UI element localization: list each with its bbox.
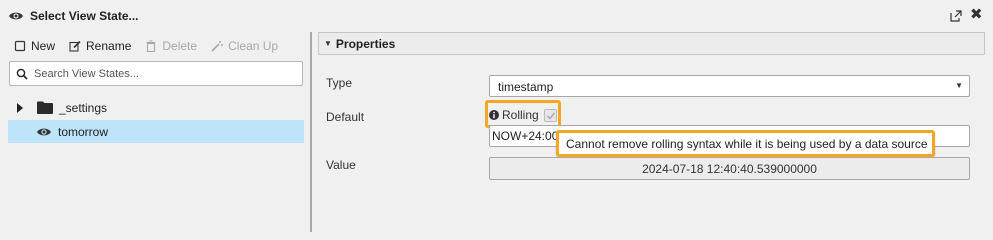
value-text: 2024-07-18 12:40:40.539000000: [642, 161, 817, 176]
magic-wand-icon: [211, 41, 224, 52]
window-title: Select View State...: [30, 9, 139, 23]
rename-button-label: Rename: [86, 39, 132, 53]
rolling-option: Rolling: [489, 107, 557, 123]
delete-button-label: Delete: [162, 39, 198, 53]
chevron-down-icon: ▼: [955, 81, 963, 90]
new-button[interactable]: New: [14, 39, 55, 53]
tree-item-label: _settings: [59, 100, 108, 115]
info-icon: [489, 110, 499, 120]
tree-item-settings[interactable]: _settings: [8, 96, 304, 119]
view-states-panel: New Rename Delete Clean Up Search View S…: [0, 32, 310, 232]
title-bar: Select View State... ✖: [0, 0, 993, 32]
value-field: 2024-07-18 12:40:40.539000000: [489, 157, 970, 180]
folder-icon: [37, 101, 53, 114]
search-box: [9, 61, 303, 86]
default-label: Default: [326, 110, 365, 124]
popout-icon[interactable]: [950, 10, 962, 22]
checkmark-icon: [546, 112, 555, 120]
properties-panel: ▼ Properties Type timestamp ▼ Default Ro…: [312, 32, 993, 232]
trash-icon: [146, 40, 156, 52]
new-square-icon: [14, 40, 26, 52]
tree-item-label: tomorrow: [58, 124, 109, 139]
tooltip: Cannot remove rolling syntax while it is…: [556, 130, 935, 157]
caret-right-icon[interactable]: [16, 102, 24, 113]
close-icon[interactable]: ✖: [970, 7, 984, 22]
type-label: Type: [326, 76, 353, 90]
properties-title: Properties: [335, 36, 396, 51]
delete-button[interactable]: Delete: [145, 39, 197, 53]
tree-item-tomorrow[interactable]: tomorrow: [8, 120, 304, 143]
rolling-label: Rolling: [502, 108, 539, 122]
search-input[interactable]: [34, 65, 296, 82]
rename-button[interactable]: Rename: [69, 39, 131, 53]
clean-up-button[interactable]: Clean Up: [211, 39, 278, 53]
rolling-checkbox[interactable]: [543, 108, 557, 122]
new-button-label: New: [31, 39, 56, 53]
value-label: Value: [326, 158, 356, 172]
type-select-value: timestamp: [498, 80, 554, 94]
search-icon: [16, 68, 28, 80]
clean-up-button-label: Clean Up: [228, 39, 279, 53]
type-select[interactable]: timestamp ▼: [489, 75, 970, 97]
properties-header[interactable]: ▼ Properties: [318, 32, 985, 55]
eye-icon: [37, 128, 51, 135]
edit-icon: [69, 40, 81, 52]
tooltip-text: Cannot remove rolling syntax while it is…: [566, 136, 928, 151]
eye-icon: [9, 12, 23, 20]
toolbar: New Rename Delete Clean Up: [14, 38, 292, 54]
caret-down-icon: ▼: [324, 39, 332, 48]
